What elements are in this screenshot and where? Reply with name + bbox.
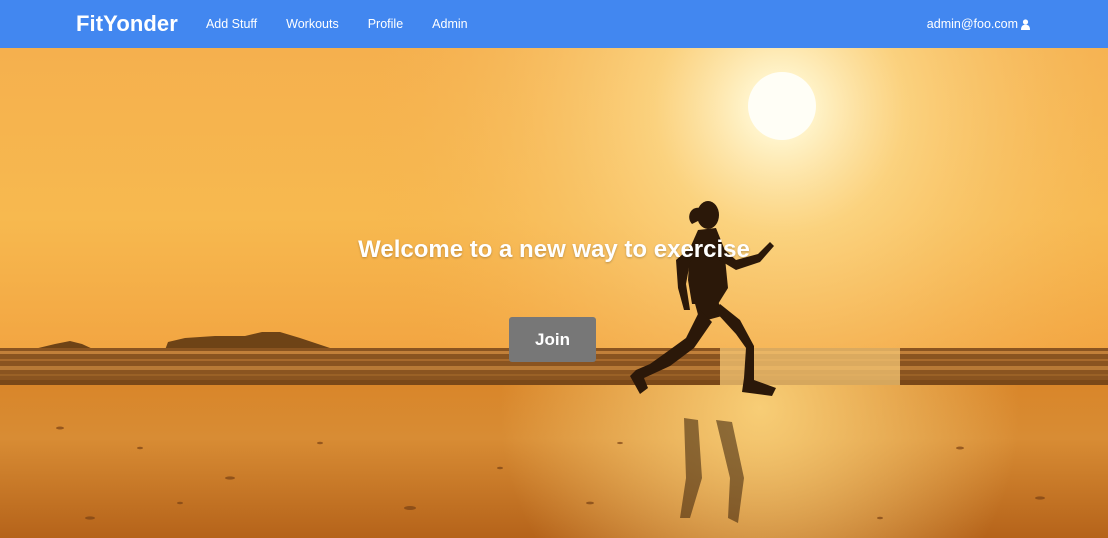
nav-link-admin[interactable]: Admin	[432, 17, 467, 31]
user-icon	[1021, 18, 1030, 30]
join-button[interactable]: Join	[509, 317, 596, 362]
nav-link-add-stuff[interactable]: Add Stuff	[206, 17, 257, 31]
user-email: admin@foo.com	[926, 17, 1018, 31]
brand-logo[interactable]: FitYonder	[76, 13, 178, 35]
user-menu[interactable]: admin@foo.com	[927, 17, 1030, 31]
hero-title: Welcome to a new way to exercise	[358, 236, 750, 263]
top-navbar: FitYonder Add Stuff Workouts Profile Adm…	[0, 0, 1108, 48]
nav-link-workouts[interactable]: Workouts	[286, 17, 339, 31]
nav-link-profile[interactable]: Profile	[368, 17, 403, 31]
nav-links: Add Stuff Workouts Profile Admin	[206, 17, 497, 31]
hero-banner: Welcome to a new way to exercise Join	[0, 48, 1108, 538]
hero-background-image	[0, 48, 1108, 538]
